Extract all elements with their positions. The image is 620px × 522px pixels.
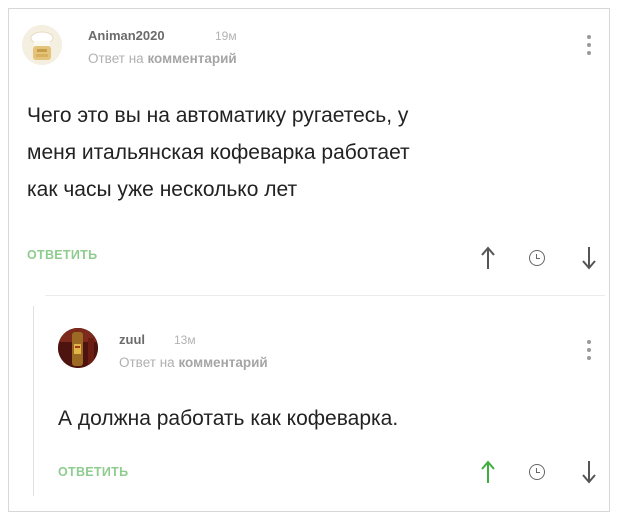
comment-body: А должна работать как кофеварка. [58, 400, 398, 437]
clock-icon[interactable] [529, 250, 545, 266]
upvote-arrow-icon[interactable] [477, 459, 499, 485]
comment-text-line: Чего это вы на автоматику ругаетесь, у [27, 104, 409, 127]
reply-prefix: Ответ на [119, 355, 175, 370]
chef-avatar-image [22, 25, 62, 65]
comment-text-line: А должна работать как кофеварка. [58, 407, 399, 430]
comment-username[interactable]: zuul [119, 332, 145, 347]
reply-button[interactable]: ОТВЕТИТЬ [27, 248, 97, 262]
comment-time: 19м [215, 29, 237, 43]
divider [45, 295, 605, 296]
bottle-avatar-image [58, 328, 98, 368]
avatar[interactable] [58, 328, 98, 368]
upvote-arrow-icon[interactable] [477, 245, 499, 271]
reply-to-label: Ответ на комментарий [119, 355, 268, 370]
comment-text-line: как часы уже несколько лет [27, 178, 298, 201]
more-dots-icon[interactable] [584, 340, 594, 364]
comment-text-line: меня итальянская кофеварка работает [27, 141, 410, 164]
reply-to-label: Ответ на комментарий [88, 51, 237, 66]
reply-target-link[interactable]: комментарий [178, 355, 267, 370]
more-dots-icon[interactable] [584, 35, 594, 59]
comment-time: 13м [174, 333, 196, 347]
comment-username[interactable]: Animan2020 [88, 28, 165, 43]
downvote-arrow-icon[interactable] [578, 245, 600, 271]
comment-body: Чего это вы на автоматику ругаетесь, у м… [27, 97, 410, 208]
reply-button[interactable]: ОТВЕТИТЬ [58, 465, 128, 479]
thread-line[interactable] [33, 306, 34, 496]
reply-target-link[interactable]: комментарий [147, 51, 236, 66]
downvote-arrow-icon[interactable] [578, 459, 600, 485]
reply-prefix: Ответ на [88, 51, 144, 66]
clock-icon[interactable] [529, 464, 545, 480]
avatar[interactable] [22, 25, 62, 65]
